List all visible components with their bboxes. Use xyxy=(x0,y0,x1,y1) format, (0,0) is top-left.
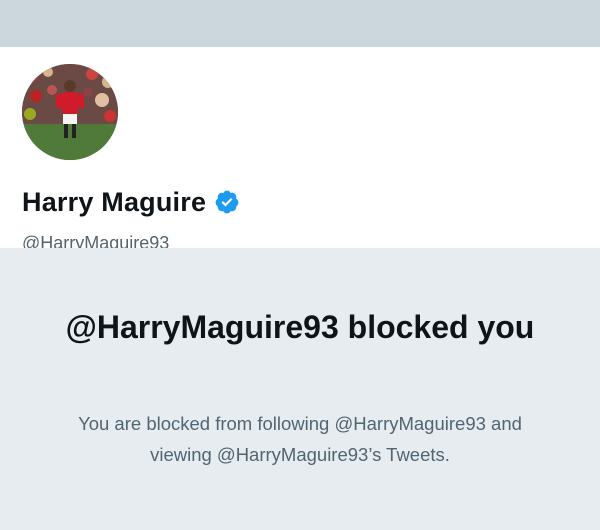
blocked-notice: @HarryMaguire93 blocked you You are bloc… xyxy=(0,248,600,530)
profile-banner[interactable] xyxy=(0,0,600,47)
profile-header: Harry Maguire @HarryMaguire93 xyxy=(0,47,600,253)
avatar[interactable] xyxy=(18,60,122,164)
display-name: Harry Maguire xyxy=(22,186,207,217)
verified-badge-icon[interactable] xyxy=(214,189,240,215)
blocked-message: You are blocked from following @HarryMag… xyxy=(78,413,522,465)
profile-page: Harry Maguire @HarryMaguire93 @HarryMagu… xyxy=(0,0,600,530)
name-row: Harry Maguire xyxy=(22,184,240,220)
blocked-title: @HarryMaguire93 blocked you xyxy=(65,309,535,345)
avatar-photo xyxy=(22,64,118,160)
